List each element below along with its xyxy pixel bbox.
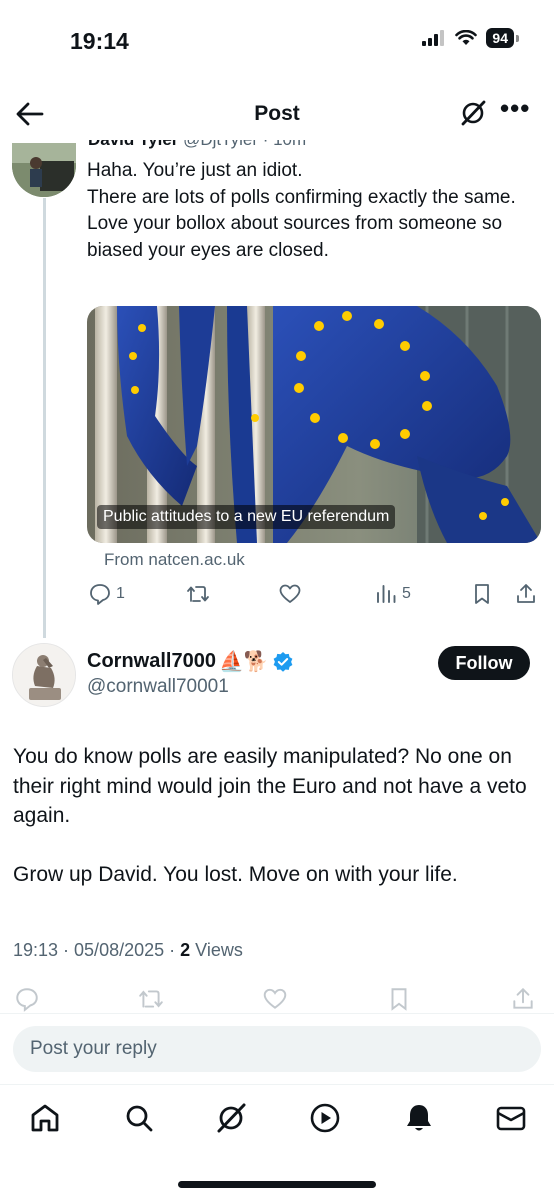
reply-input[interactable] <box>13 1026 541 1072</box>
reply-action-row: 1 5 <box>84 582 544 612</box>
post-paragraph: You do know polls are easily manipulated… <box>13 745 527 827</box>
post-author-name-row[interactable]: Cornwall7000 ⛵🐕 <box>87 649 294 674</box>
bookmark-icon[interactable] <box>386 986 412 1012</box>
link-card-title: Public attitudes to a new EU referendum <box>97 505 396 529</box>
status-icons: 94 <box>422 28 519 48</box>
post-views-count: 2 <box>180 940 191 960</box>
grok-icon[interactable] <box>214 1101 248 1135</box>
post-timestamp: 19:13 · 05/08/2025 · <box>13 940 181 960</box>
reply-composer <box>0 1013 554 1083</box>
repost-icon <box>187 586 209 602</box>
reply-author-avatar[interactable] <box>12 143 76 197</box>
reply-icon <box>90 584 110 605</box>
repost-icon[interactable] <box>138 986 164 1012</box>
heart-icon[interactable] <box>262 986 288 1012</box>
link-card-source[interactable]: From natcen.ac.uk <box>104 550 245 570</box>
views-count: 5 <box>402 585 411 602</box>
reply-line: There are lots of polls confirming exact… <box>87 186 516 208</box>
header: Post ••• <box>0 88 554 140</box>
post-text: You do know polls are easily manipulated… <box>13 742 533 890</box>
signal-icon <box>422 30 445 46</box>
like-action[interactable] <box>278 582 302 606</box>
post-author-name: Cornwall7000 <box>87 650 216 672</box>
status-time: 19:14 <box>70 28 129 54</box>
share-action[interactable] <box>514 582 538 606</box>
reply-line: Haha. You’re just an idiot. <box>87 160 303 181</box>
share-icon <box>517 584 535 603</box>
thread-line <box>43 198 46 638</box>
reply-action[interactable]: 1 <box>88 582 125 606</box>
post-paragraph: Grow up David. You lost. Move on with yo… <box>13 863 458 886</box>
follow-button[interactable]: Follow <box>438 646 530 680</box>
reply-count: 1 <box>116 585 125 602</box>
post-author-handle[interactable]: @cornwall70001 <box>87 676 229 698</box>
verified-badge-icon <box>273 651 293 672</box>
reply-icon[interactable] <box>14 986 40 1012</box>
home-indicator <box>178 1181 376 1188</box>
avatar-image <box>12 143 76 197</box>
bookmark-action[interactable] <box>470 582 494 606</box>
reply-text: Haha. You’re just an idiot. There are lo… <box>87 158 527 264</box>
views-chart-icon <box>377 585 396 603</box>
home-icon[interactable] <box>28 1101 62 1135</box>
heart-icon <box>279 584 301 603</box>
notifications-bell-icon[interactable] <box>402 1101 436 1135</box>
views-action[interactable]: 5 <box>374 582 411 606</box>
search-icon[interactable] <box>122 1101 156 1135</box>
share-icon[interactable] <box>510 986 536 1012</box>
more-options-icon[interactable]: ••• <box>500 95 534 128</box>
status-bar: 19:14 94 <box>0 0 554 84</box>
post-author-avatar[interactable] <box>12 643 76 707</box>
messages-mail-icon[interactable] <box>494 1101 528 1135</box>
bookmark-icon <box>475 584 489 604</box>
post-action-row <box>0 986 554 1016</box>
battery-indicator: 94 <box>486 28 519 48</box>
reply-line: Love your bollox about sources from some… <box>87 213 503 261</box>
video-play-icon[interactable] <box>308 1101 342 1135</box>
post-views-label[interactable]: Views <box>190 940 243 960</box>
grok-icon[interactable] <box>458 98 488 128</box>
thinker-statue-image <box>13 644 75 706</box>
wifi-icon <box>455 30 478 45</box>
post-meta: 19:13 · 05/08/2025 · 2 Views <box>13 940 243 961</box>
repost-action[interactable] <box>186 582 210 606</box>
link-preview-card[interactable]: Public attitudes to a new EU referendum <box>87 306 541 543</box>
author-name-emoji: ⛵🐕 <box>218 651 269 673</box>
